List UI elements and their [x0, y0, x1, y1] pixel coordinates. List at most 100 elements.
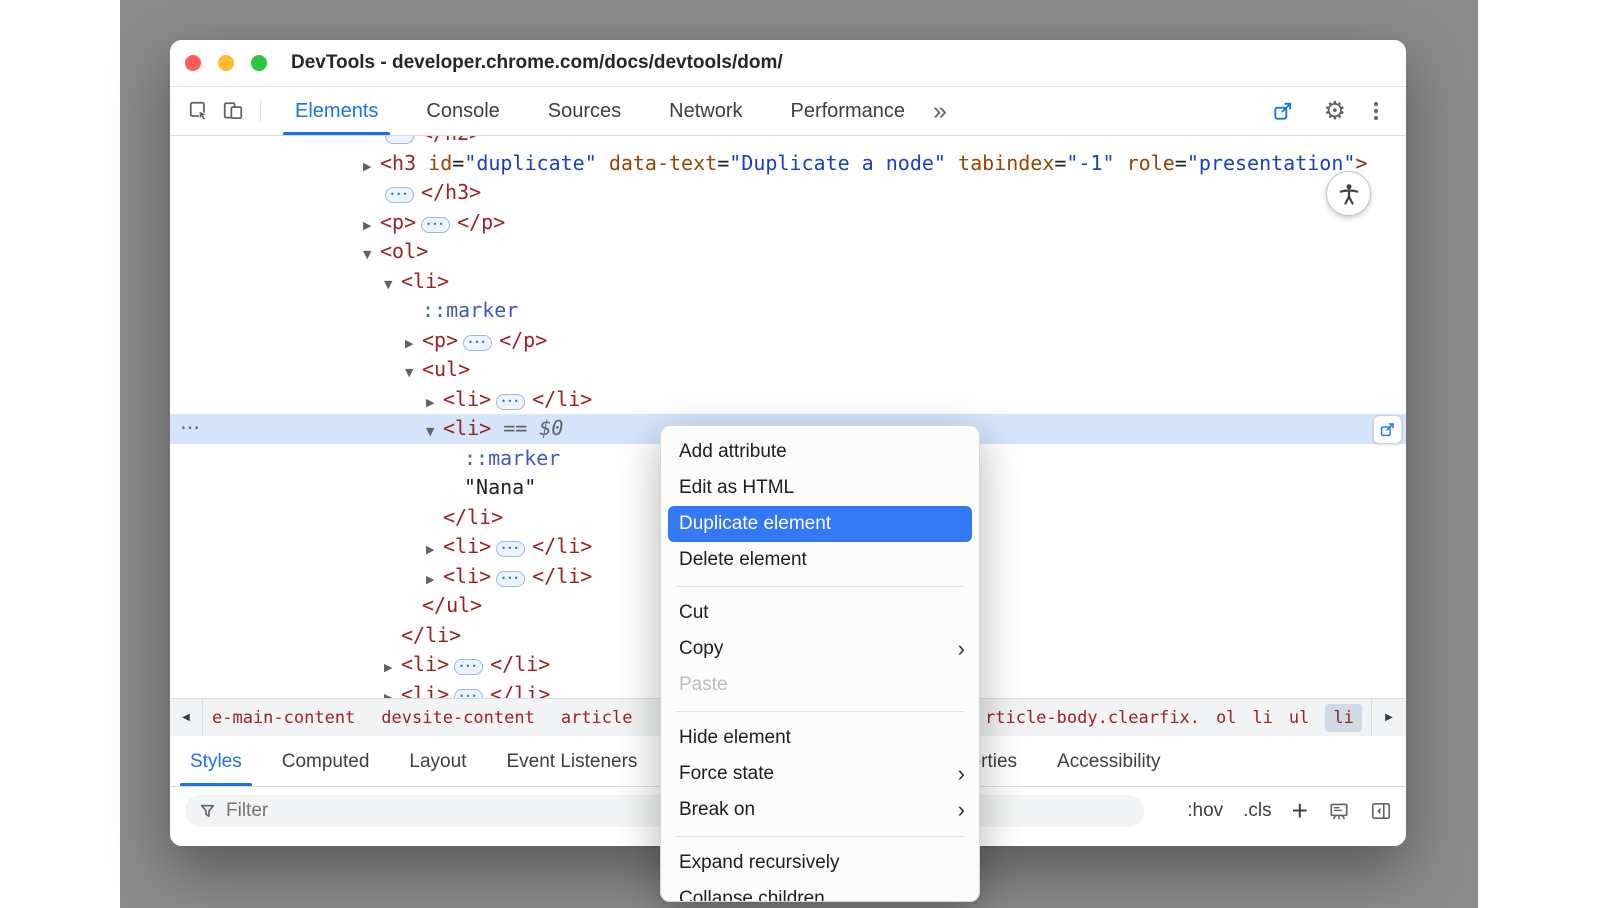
tab-layout[interactable]: Layout [389, 737, 486, 786]
code-token: = [452, 151, 464, 175]
tree-row[interactable]: ▼<ul> [170, 355, 1406, 385]
breadcrumb-scroll-left-icon[interactable]: ◀ [170, 699, 203, 736]
tree-row[interactable]: •••</h3> [170, 178, 1406, 208]
breadcrumbs-left: e-main-content devsite-content article [212, 699, 632, 736]
disclosure-collapsed-icon[interactable]: ▶ [426, 388, 443, 418]
zoom-button[interactable] [251, 55, 267, 71]
disclosure-collapsed-icon[interactable]: ▶ [384, 683, 401, 699]
inline-expand-icon[interactable]: ••• [385, 187, 414, 203]
breadcrumb-item-selected[interactable]: li [1325, 704, 1361, 732]
breadcrumbs-right: rticle-body.clearfix.olliulli [985, 699, 1362, 736]
breadcrumb-item[interactable]: article [561, 708, 633, 728]
tree-row[interactable]: ::marker [170, 296, 1406, 326]
disclosure-expanded-icon[interactable]: ▼ [405, 358, 422, 388]
breadcrumb-item[interactable]: rticle-body.clearfix. [985, 708, 1200, 728]
tab-event-listeners[interactable]: Event Listeners [486, 737, 657, 786]
code-token: <li> [401, 652, 449, 676]
tree-row[interactable]: ▶<li>•••</li> [170, 385, 1406, 415]
menu-item-break-on[interactable]: Break on› [661, 792, 979, 828]
menu-item-copy[interactable]: Copy› [661, 631, 979, 667]
disclosure-expanded-icon[interactable]: ▼ [384, 270, 401, 300]
menu-item-cut[interactable]: Cut [661, 595, 979, 631]
disclosure-collapsed-icon[interactable]: ▶ [426, 565, 443, 595]
more-tabs-icon[interactable]: » [933, 97, 947, 126]
more-options-kebab-icon[interactable] [1370, 98, 1382, 124]
settings-gear-icon[interactable]: ⚙ [1324, 99, 1346, 124]
disclosure-expanded-icon[interactable]: ▼ [426, 417, 443, 447]
toolbar-divider [260, 100, 261, 122]
inline-expand-icon[interactable]: ••• [496, 571, 525, 587]
menu-item-force-state[interactable]: Force state› [661, 756, 979, 792]
new-style-rule-button[interactable]: + [1292, 797, 1308, 825]
menu-item-duplicate-element[interactable]: Duplicate element [668, 506, 972, 542]
styles-board-icon[interactable] [1328, 800, 1350, 822]
pseudo-state-toggle[interactable]: :hov [1187, 800, 1223, 822]
code-token: <ol> [380, 239, 428, 263]
code-token: </p> [457, 210, 505, 234]
breadcrumb-item[interactable]: devsite-content [381, 708, 535, 728]
tree-row[interactable]: ▶<p>•••</p> [170, 326, 1406, 356]
breadcrumb-item[interactable]: e-main-content [212, 708, 355, 728]
inspect-element-icon[interactable] [182, 94, 216, 128]
inline-expand-icon[interactable]: ••• [496, 541, 525, 557]
code-token: </li> [532, 564, 592, 588]
breadcrumb-item[interactable]: ul [1289, 708, 1309, 728]
filter-funnel-icon [199, 803, 216, 820]
tab-elements[interactable]: Elements [271, 87, 402, 135]
disclosure-collapsed-icon[interactable]: ▶ [363, 211, 380, 241]
menu-item-hide-element[interactable]: Hide element [661, 720, 979, 756]
code-token: </li> [490, 682, 550, 699]
tree-row[interactable]: ▶<h3 id="duplicate" data-text="Duplicate… [170, 149, 1406, 179]
inline-expand-icon[interactable]: ••• [385, 136, 414, 144]
tree-row[interactable]: ▼<ol> [170, 237, 1406, 267]
inline-expand-icon[interactable]: ••• [496, 394, 525, 410]
menu-item-expand-recursively[interactable]: Expand recursively [661, 845, 979, 881]
breadcrumb-scroll-right-icon[interactable]: ▶ [1371, 699, 1406, 736]
node-action-badge[interactable] [1373, 415, 1402, 444]
breadcrumb-item[interactable]: ol [1216, 708, 1236, 728]
code-token [946, 151, 958, 175]
toggle-sidebar-icon[interactable] [1370, 800, 1392, 822]
submenu-chevron-icon: › [958, 631, 965, 667]
menu-item-add-attribute[interactable]: Add attribute [661, 434, 979, 470]
tree-row[interactable]: ▼<li> [170, 267, 1406, 297]
tab-network[interactable]: Network [645, 87, 766, 135]
device-toolbar-icon[interactable] [216, 94, 250, 128]
disclosure-collapsed-icon[interactable]: ▶ [426, 535, 443, 565]
menu-item-delete-element[interactable]: Delete element [661, 542, 979, 578]
tab-styles[interactable]: Styles [170, 737, 262, 786]
square-arrow-icon[interactable] [1266, 94, 1300, 128]
menu-separator [675, 586, 965, 587]
inline-expand-icon[interactable]: ••• [463, 335, 492, 351]
disclosure-expanded-icon[interactable]: ▼ [363, 240, 380, 270]
disclosure-collapsed-icon[interactable]: ▶ [405, 329, 422, 359]
inline-expand-icon[interactable]: ••• [454, 689, 483, 699]
window-title: DevTools - developer.chrome.com/docs/dev… [291, 52, 783, 74]
styles-filter-input[interactable] [226, 800, 626, 822]
more-actions-icon[interactable]: ⋯ [180, 413, 200, 443]
tab-performance[interactable]: Performance [767, 87, 930, 135]
code-token: "duplicate" [464, 151, 596, 175]
tab-console[interactable]: Console [402, 87, 523, 135]
code-token: "Duplicate a node" [729, 151, 946, 175]
tree-row[interactable]: ▶<p>•••</p> [170, 208, 1406, 238]
accessibility-button[interactable] [1326, 171, 1371, 216]
code-token: > [1355, 151, 1367, 175]
disclosure-collapsed-icon[interactable]: ▶ [363, 152, 380, 182]
minimize-button[interactable] [218, 55, 234, 71]
inline-expand-icon[interactable]: ••• [454, 659, 483, 675]
tree-row[interactable]: •••</h2> [170, 136, 1406, 149]
code-token: <ul> [422, 357, 470, 381]
tab-accessibility[interactable]: Accessibility [1037, 737, 1180, 786]
element-classes-toggle[interactable]: .cls [1243, 800, 1272, 822]
menu-item-paste[interactable]: Paste [661, 667, 979, 703]
inline-expand-icon[interactable]: ••• [421, 217, 450, 233]
menu-item-collapse-children[interactable]: Collapse children [661, 881, 979, 902]
menu-item-edit-as-html[interactable]: Edit as HTML [661, 470, 979, 506]
tab-sources[interactable]: Sources [524, 87, 645, 135]
code-token: </li> [401, 623, 461, 647]
close-button[interactable] [185, 55, 201, 71]
breadcrumb-item[interactable]: li [1252, 708, 1272, 728]
disclosure-collapsed-icon[interactable]: ▶ [384, 653, 401, 683]
tab-computed[interactable]: Computed [262, 737, 390, 786]
